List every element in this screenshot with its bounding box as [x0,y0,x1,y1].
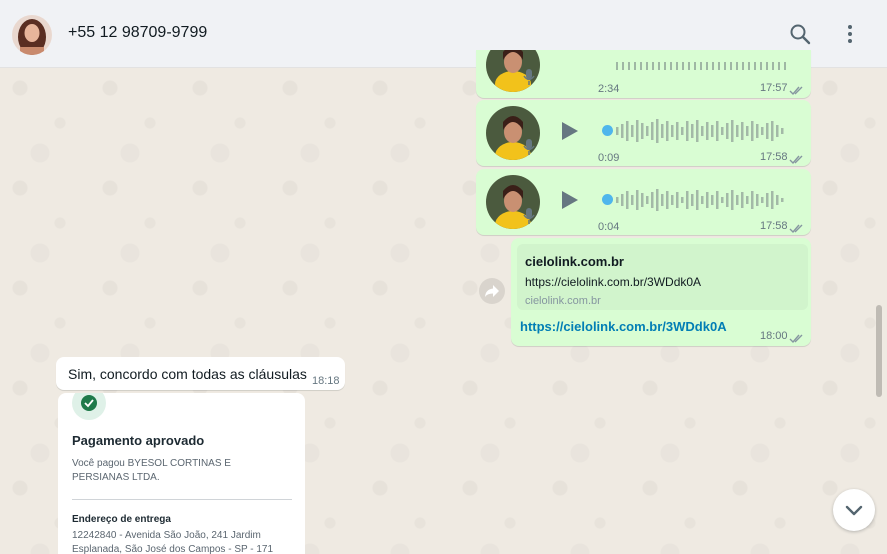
voice-waveform[interactable] [616,186,790,214]
search-icon[interactable] [788,22,812,46]
voice-message[interactable]: 0:04 17:58 [476,169,811,235]
message-time: 17:57 [760,82,788,94]
read-ticks-icon [789,331,805,344]
message-time: 17:58 [760,220,788,232]
check-circle-icon [72,393,106,420]
message-text: Sim, concordo com todas as cláusulas [68,366,307,382]
read-ticks-icon [789,152,805,165]
receipt-title: Pagamento aprovado [72,433,205,448]
playback-position[interactable] [602,194,613,205]
link-preview-title: cielolink.com.br [525,254,624,269]
message-time: 18:00 [760,330,788,342]
message-time: 18:18 [312,375,340,387]
play-button[interactable] [558,120,580,142]
receipt-text: Você pagou BYESOL CORTINAS E PERSIANAS L… [72,458,231,483]
payment-receipt-image[interactable]: Pagamento aprovado Você pagou BYESOL COR… [58,393,305,554]
chevron-down-icon [845,505,863,516]
microphone-icon [523,68,535,86]
microphone-icon [523,207,535,225]
microphone-icon [523,138,535,156]
voice-waveform [616,62,790,70]
playback-position[interactable] [602,125,613,136]
read-ticks-icon [789,83,805,96]
chat-scrollbar[interactable] [876,305,882,397]
more-vertical-icon[interactable] [838,22,862,46]
message-link[interactable]: https://cielolink.com.br/3WDdk0A [520,319,727,334]
voice-duration: 0:04 [598,221,620,233]
link-preview[interactable]: cielolink.com.br https://cielolink.com.b… [517,244,808,310]
message-time: 17:58 [760,151,788,163]
receipt-address-heading: Endereço de entrega [72,514,171,525]
contact-name[interactable]: +55 12 98709-9799 [68,24,207,42]
link-preview-description: https://cielolink.com.br/3WDdk0A [525,275,702,289]
contact-avatar[interactable] [12,15,52,55]
voice-duration: 0:09 [598,152,620,164]
forward-icon [485,285,499,297]
incoming-message[interactable]: Sim, concordo com todas as cláusulas 18:… [56,357,345,390]
voice-waveform[interactable] [616,117,790,145]
voice-message[interactable]: 0:09 17:58 [476,100,811,166]
voice-duration: 2:34 [598,83,620,95]
read-ticks-icon [789,221,805,234]
scroll-to-bottom-button[interactable] [833,489,875,531]
link-message[interactable]: cielolink.com.br https://cielolink.com.b… [511,238,811,346]
play-button[interactable] [558,189,580,211]
forward-button[interactable] [479,278,505,304]
link-preview-domain: cielolink.com.br [525,295,601,307]
voice-message[interactable]: 2:34 17:57 [476,50,811,98]
divider [72,499,292,500]
receipt-address: 12242840 - Avenida São João, 241 Jardim … [72,530,274,554]
